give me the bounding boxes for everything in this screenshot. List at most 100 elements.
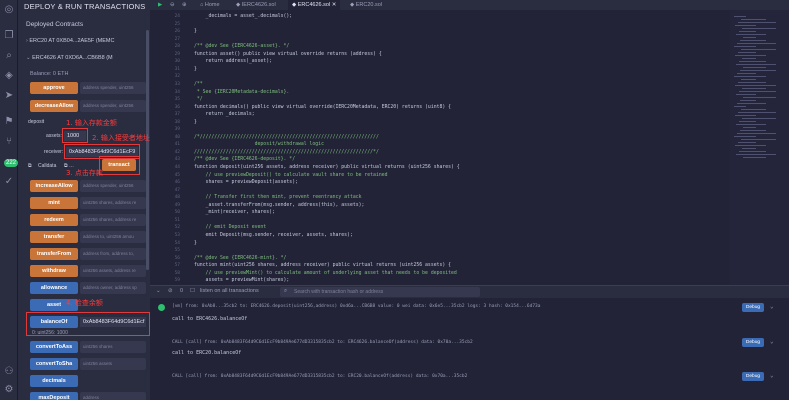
icon-sidebar: ◎ ❐ ⌕ ◈ ➤ ⚑ ⑂ 222 ✓ ⚇ ⚙ (0, 0, 18, 400)
withdraw-input[interactable]: uint256 assets, address re (80, 265, 146, 277)
deployed-contracts-label: Deployed Contracts (26, 21, 84, 28)
log-entry-sub: call to ERC4626.balanceOf (172, 316, 248, 322)
debug-button[interactable]: Debug (742, 303, 764, 312)
debug-button[interactable]: Debug (742, 338, 764, 347)
log-entry-head: [vm] from: 0xAb8...35cb2 to: ERC4626.dep… (172, 304, 541, 309)
allowance-button[interactable]: allowance (30, 282, 78, 294)
minimap-line (736, 34, 766, 35)
code-editor[interactable]: 24 _decimals = asset_.decimals(); 25 26} 27… (150, 10, 730, 285)
minimap-line (736, 154, 776, 155)
expand-log-icon[interactable]: ⌄ (770, 372, 774, 379)
expand-log-icon[interactable]: ⌄ (770, 338, 774, 345)
minimap-line (738, 22, 776, 23)
decimals-button[interactable]: decimals (30, 375, 78, 387)
minimap-line (739, 151, 766, 152)
annotation-step-2: 2. 输入接受者地址 (92, 134, 150, 142)
minimap-line (735, 115, 756, 116)
log-entry-sub: call to ERC20.balanceOf (172, 350, 242, 356)
file-explorer-icon[interactable]: ❐ (3, 30, 15, 42)
transfer-button[interactable]: transfer (30, 231, 78, 243)
deploy-icon[interactable]: ➤ (3, 90, 15, 102)
line-number: 55 (174, 248, 180, 254)
minimap-line (738, 82, 766, 83)
contract-item-erc4626[interactable]: ⌄ ERC4626 AT 0XD6A...CB6B8 (M (26, 55, 113, 61)
minimap-line (737, 103, 766, 104)
code-line: // emit Deposit event (194, 225, 267, 231)
approve-button[interactable]: approve (30, 82, 78, 94)
code-line: return _decimals; (194, 112, 255, 118)
debug-button[interactable]: Debug (742, 372, 764, 381)
clear-terminal-icon[interactable]: ⊘ (168, 288, 173, 294)
settings-icon[interactable]: ⚙ (3, 384, 15, 396)
minimap-line (734, 16, 746, 17)
transfer-from-input[interactable]: address from, address to, (80, 248, 146, 260)
tab-erc4626[interactable]: ◆ ERC4626.sol ✕ (288, 0, 341, 10)
code-line: */ (194, 97, 203, 103)
remix-logo-icon[interactable]: ◎ (3, 4, 15, 16)
withdraw-button[interactable]: withdraw (30, 265, 78, 277)
minimap-line (741, 109, 766, 110)
contract-item-erc20[interactable]: › ERC20 AT 0XB04...2AE5F (MEMC (26, 38, 114, 44)
zoom-out-icon[interactable]: ⊖ (166, 0, 179, 10)
git-icon[interactable]: ⑂ (3, 136, 15, 148)
debugger-icon[interactable]: ✓ (3, 176, 15, 188)
terminal-search-input[interactable]: Search with transaction hash or address (280, 287, 480, 297)
expand-log-icon[interactable]: ⌄ (770, 303, 774, 310)
run-icon[interactable]: ▶ (154, 0, 166, 10)
redeem-input[interactable]: uint256 shares, address re (80, 214, 146, 226)
tab-ierc4626[interactable]: ◆ IERC4626.sol (232, 0, 280, 10)
redeem-button[interactable]: redeem (30, 214, 78, 226)
line-number: 26 (174, 29, 180, 35)
line-number: 58 (174, 270, 180, 276)
search-icon[interactable]: ⌕ (3, 50, 15, 62)
convert-to-assets-input[interactable]: uint256 shares (80, 341, 146, 353)
editor-minimap[interactable] (730, 10, 789, 285)
mint-button[interactable]: mint (30, 197, 78, 209)
line-number: 33 (174, 81, 180, 87)
convert-to-shares-button[interactable]: convertToSha (30, 358, 78, 370)
max-deposit-input[interactable]: address (80, 392, 146, 400)
increase-allowance-button[interactable]: increaseAllow (30, 180, 78, 192)
minimap-line (742, 118, 776, 119)
line-number: 51 (174, 217, 180, 223)
assets-label: assets: (46, 133, 62, 139)
transfer-input[interactable]: address to, uint256 amou (80, 231, 146, 243)
code-line: _asset.transferFrom(msg.sender, address(… (194, 202, 365, 208)
code-line: /** (194, 81, 203, 87)
allowance-input[interactable]: address owner, address sp (80, 282, 146, 294)
transfer-from-button[interactable]: transferFrom (30, 248, 78, 260)
decrease-allowance-input[interactable]: address spender, uint256 (80, 100, 146, 112)
line-number: 34 (174, 89, 180, 95)
zoom-in-icon[interactable]: ⊕ (178, 0, 191, 10)
minimap-line (736, 124, 766, 125)
code-line: /** @dev See {IERC4626-mint}. */ (194, 255, 287, 261)
code-line: ////////////////////////////////////////… (194, 149, 379, 155)
listen-checkbox[interactable]: ☐ (190, 288, 195, 294)
line-number: 56 (174, 255, 180, 261)
collapse-terminal-icon[interactable]: ⌄ (156, 288, 161, 294)
increase-allowance-input[interactable]: address spender, uint256 (80, 180, 146, 192)
line-number: 42 (174, 149, 180, 155)
plugin-manager-icon[interactable]: ⚇ (3, 366, 15, 378)
tab-home[interactable]: ⌂ Home (196, 0, 224, 10)
minimap-line (734, 136, 756, 137)
minimap-line (739, 121, 756, 122)
analysis-icon[interactable]: ⚑ (3, 116, 15, 128)
receiver-label: receiver: (44, 149, 64, 155)
terminal-toolbar: ⌄ ⊘ 0 ☐ listen on all transactions Searc… (150, 286, 789, 298)
line-number: 29 (174, 51, 180, 57)
code-line: * See {IERC20Metadata-decimals}. (194, 89, 290, 95)
calldata-copy-icon[interactable]: ⧉ (28, 163, 32, 169)
convert-to-shares-input[interactable]: uint256 assets (80, 358, 146, 370)
panel-scrollbar[interactable] (146, 30, 149, 270)
line-number: 52 (174, 225, 180, 231)
calldata-label: Calldata (38, 163, 57, 169)
decrease-allowance-button[interactable]: decreaseAllow (30, 100, 78, 112)
line-number: 27 (174, 36, 180, 42)
convert-to-assets-button[interactable]: convertToAss (30, 341, 78, 353)
tab-erc20[interactable]: ◆ ERC20.sol (346, 0, 386, 10)
compiler-icon[interactable]: ◈ (3, 70, 15, 82)
mint-input[interactable]: uint256 shares, address re (80, 197, 146, 209)
max-deposit-button[interactable]: maxDeposit (30, 392, 78, 400)
approve-input[interactable]: address spender, uint256 (80, 82, 146, 94)
